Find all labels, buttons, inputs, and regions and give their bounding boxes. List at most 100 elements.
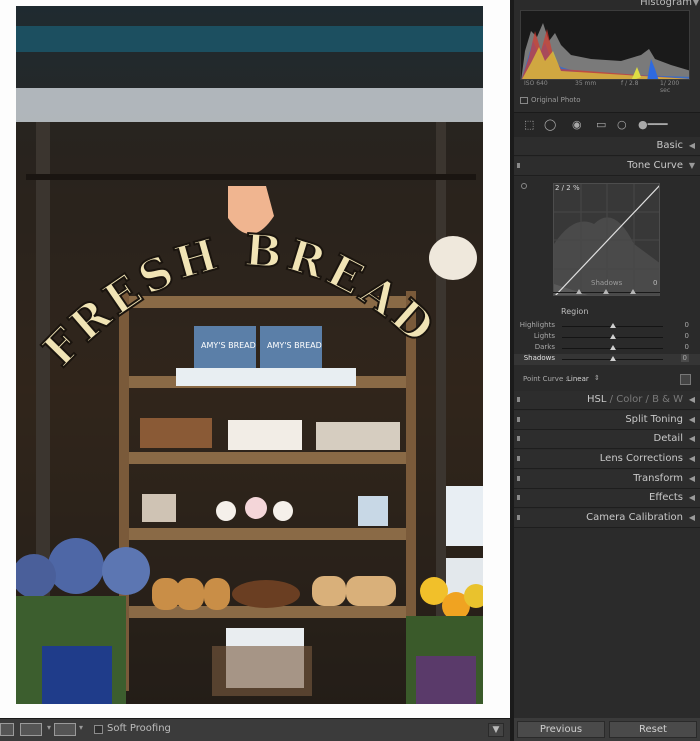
section-transform[interactable]: Transform ◀ <box>514 470 700 489</box>
point-curve-select[interactable]: Linear <box>567 375 589 383</box>
slider-value[interactable]: 0 <box>685 321 689 329</box>
section-tone-curve-label: Tone Curve <box>627 160 683 171</box>
section-tone-curve[interactable]: Tone Curve ▼ <box>514 157 700 176</box>
collapse-icon: ◀ <box>688 141 695 150</box>
soft-proofing-label[interactable]: Soft Proofing <box>107 723 171 734</box>
section-toggle-icon[interactable] <box>517 515 520 520</box>
collapse-icon: ◀ <box>688 454 695 463</box>
histogram[interactable] <box>520 10 690 80</box>
reset-button[interactable]: Reset <box>609 721 697 738</box>
adjustment-brush-icon[interactable]: ●━━━ <box>638 119 667 131</box>
red-eye-icon[interactable]: ◉ <box>572 119 582 131</box>
toolbar-options-dropdown[interactable]: ▼ <box>488 723 504 737</box>
section-hsl[interactable]: HSL / Color / B & W ◀ <box>514 391 700 410</box>
slider-label: Darks <box>534 343 555 351</box>
section-detail-label: Detail <box>653 433 683 444</box>
slider-value[interactable]: 0 <box>685 343 689 351</box>
slider-darks[interactable]: Darks 0 <box>514 343 700 354</box>
section-toggle-icon[interactable] <box>517 436 520 441</box>
histogram-title[interactable]: Histogram <box>640 0 692 8</box>
section-toggle-icon[interactable] <box>517 397 520 402</box>
radial-filter-icon[interactable]: ○ <box>617 119 627 131</box>
chevron-updown-icon[interactable]: ⇕ <box>594 374 600 382</box>
section-toggle-icon[interactable] <box>517 456 520 461</box>
original-photo-label[interactable]: Original Photo <box>531 96 581 104</box>
photo-illustration: AMY'S BREAD AMY'S BREAD FRESH BREAD <box>16 26 483 704</box>
box-label-1: AMY'S BREAD <box>201 341 256 350</box>
slider-thumb[interactable] <box>610 356 616 361</box>
tab-color[interactable]: Color <box>616 394 642 405</box>
histogram-exif: ISO 640 35 mm f / 2.8 1/ 200 sec <box>520 80 690 94</box>
section-transform-label: Transform <box>633 473 683 484</box>
slider-label: Highlights <box>519 321 555 329</box>
split-handle-2[interactable] <box>603 289 609 294</box>
section-toggle-icon[interactable] <box>517 163 520 168</box>
section-basic-label: Basic <box>656 140 683 151</box>
section-toggle-icon[interactable] <box>517 417 520 422</box>
section-lens-corrections[interactable]: Lens Corrections ◀ <box>514 450 700 469</box>
photo-canvas: AMY'S BREAD AMY'S BREAD FRESH BREAD <box>0 0 510 718</box>
tone-curve-panel: 2 / 2 % Shadows 0 Region Highlights 0 Li… <box>514 177 700 391</box>
section-toggle-icon[interactable] <box>517 495 520 500</box>
curve-edit-icon[interactable] <box>680 374 691 385</box>
curve-hover-region: Shadows <box>591 279 623 287</box>
slider-label: Shadows <box>523 354 555 362</box>
collapse-icon: ◀ <box>688 415 695 424</box>
graduated-filter-icon[interactable]: ▭ <box>596 119 606 131</box>
collapse-icon: ◀ <box>688 395 695 404</box>
loupe-view-icon[interactable] <box>0 723 14 736</box>
curve-hover-value: 0 <box>653 279 658 287</box>
section-split-toning-label: Split Toning <box>625 414 683 425</box>
slider-lights[interactable]: Lights 0 <box>514 332 700 343</box>
slider-thumb[interactable] <box>610 334 616 339</box>
section-detail[interactable]: Detail ◀ <box>514 430 700 449</box>
collapse-icon: ◀ <box>688 513 695 522</box>
original-photo-icon[interactable] <box>520 97 528 104</box>
region-title: Region <box>561 307 589 316</box>
hsl-tabs: HSL / Color / B & W <box>587 394 683 405</box>
soft-proofing-checkbox[interactable] <box>94 725 103 734</box>
box-label-2: AMY'S BREAD <box>267 341 322 350</box>
section-lens-corrections-label: Lens Corrections <box>599 453 683 464</box>
slider-value[interactable]: 0 <box>680 354 689 362</box>
chevron-down-icon[interactable]: ▼ <box>693 0 699 7</box>
previous-button[interactable]: Previous <box>517 721 605 738</box>
point-curve-label: Point Curve : <box>523 375 568 383</box>
exif-iso: ISO 640 <box>524 80 548 87</box>
expand-icon: ▼ <box>688 161 695 170</box>
split-handle-1[interactable] <box>576 289 582 294</box>
before-after-icon[interactable] <box>20 723 42 736</box>
exif-aperture: f / 2.8 <box>621 80 639 87</box>
section-camera-calibration[interactable]: Camera Calibration ◀ <box>514 509 700 528</box>
section-camera-calibration-label: Camera Calibration <box>586 512 683 523</box>
section-toggle-icon[interactable] <box>517 476 520 481</box>
curve-readout: 2 / 2 % <box>555 184 580 192</box>
collapse-icon: ◀ <box>688 474 695 483</box>
tab-hsl[interactable]: HSL <box>587 394 606 405</box>
yy-compare-icon[interactable] <box>54 723 76 736</box>
slider-thumb[interactable] <box>610 323 616 328</box>
target-adjustment-icon[interactable] <box>521 183 527 189</box>
tab-bw[interactable]: B & W <box>652 394 683 405</box>
collapse-icon: ◀ <box>688 434 695 443</box>
tool-strip: ⬚ ◯ ◉ ▭ ○ ●━━━ <box>514 112 700 139</box>
slider-label: Lights <box>533 332 555 340</box>
split-handle-3[interactable] <box>630 289 636 294</box>
spot-removal-icon[interactable]: ◯ <box>544 119 556 131</box>
collapse-icon: ◀ <box>688 493 695 502</box>
chevron-down-icon[interactable]: ▾ <box>47 723 53 736</box>
panel-footer: Previous Reset <box>514 718 700 741</box>
chevron-down-icon[interactable]: ▾ <box>79 723 85 736</box>
develop-panel: Histogram ▼ ISO 640 35 mm f / 2.8 1/ 200… <box>514 0 700 741</box>
slider-highlights[interactable]: Highlights 0 <box>514 321 700 332</box>
crop-icon[interactable]: ⬚ <box>524 119 534 131</box>
slider-value[interactable]: 0 <box>685 332 689 340</box>
slider-thumb[interactable] <box>610 345 616 350</box>
exif-shutter: 1/ 200 sec <box>660 80 680 94</box>
bakery-window-photo: AMY'S BREAD AMY'S BREAD FRESH BREAD <box>16 6 483 704</box>
slider-shadows[interactable]: Shadows 0 <box>514 354 700 365</box>
exif-focal-length: 35 mm <box>575 80 597 87</box>
section-effects[interactable]: Effects ◀ <box>514 489 700 508</box>
section-basic[interactable]: Basic ◀ <box>514 137 700 156</box>
section-split-toning[interactable]: Split Toning ◀ <box>514 411 700 430</box>
